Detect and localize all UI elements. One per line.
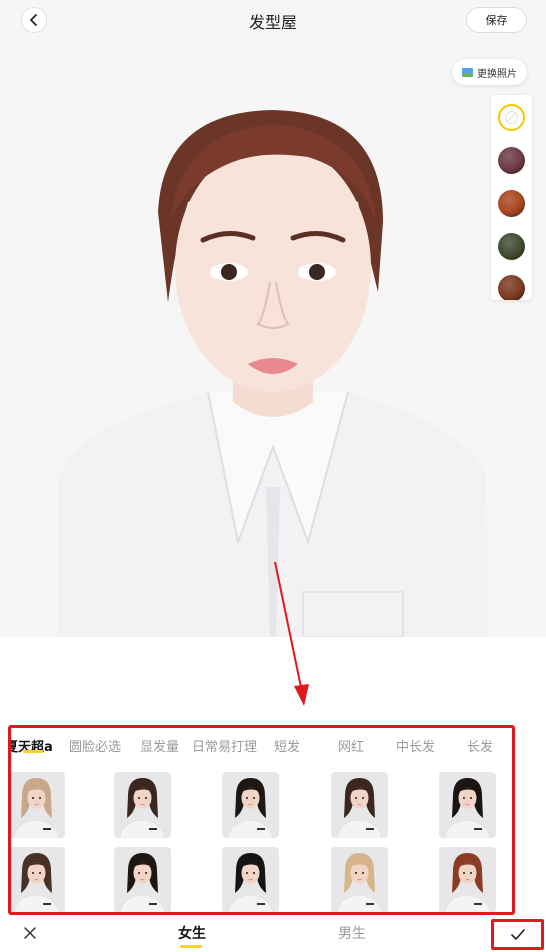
tab-round-face[interactable]: 圆脸必选 [69,736,121,755]
avatar-figure [119,778,166,838]
hairstyle-thumbnail[interactable] [439,772,496,838]
avatar-figure [119,853,166,912]
hairstyle-thumbnail[interactable] [222,847,279,912]
hairstyle-thumbnail[interactable] [222,772,279,838]
color-swatch-chestnut[interactable] [498,275,525,300]
hairstyle-thumbnail[interactable] [331,847,388,912]
close-icon[interactable] [22,925,38,941]
hairstyle-thumbnail[interactable] [114,772,171,838]
active-tab-indicator [23,750,43,753]
avatar-figure [444,778,491,838]
tab-short[interactable]: 短发 [274,736,300,755]
save-button[interactable]: 保存 [466,7,527,33]
hair-color-panel [491,95,532,300]
gender-tab-indicator [180,945,202,948]
avatar-figure [444,853,491,912]
avatar-figure [13,853,60,912]
tab-easy-care[interactable]: 日常易打理 [192,736,257,755]
avatar-figure [227,853,274,912]
color-swatch-plum[interactable] [498,147,525,174]
top-bar: 发型屋 保存 [0,0,546,40]
avatar-figure [227,778,274,838]
color-swatch-none[interactable] [498,104,525,131]
tab-female[interactable]: 女生 [178,923,206,943]
picture-icon [462,67,473,77]
hairstyle-thumbnail[interactable] [11,847,65,912]
tab-volume[interactable]: 显发量 [140,736,179,755]
portrait-photo [58,110,488,637]
change-photo-button[interactable]: 更换照片 [452,59,527,85]
gender-bar: 女生 男生 [0,916,546,952]
confirm-button[interactable] [491,919,544,950]
hairstyle-thumbnail[interactable] [11,772,65,838]
hairstyle-picker: 夏天超a 圆脸必选 显发量 日常易打理 短发 网红 中长发 长发 束发 [8,725,515,915]
color-swatch-olive[interactable] [498,233,525,260]
preview-canvas: 更换照片 [0,40,546,637]
tab-long[interactable]: 长发 [467,736,493,755]
tab-trending[interactable]: 网红 [338,736,364,755]
page-title: 发型屋 [248,13,297,32]
tab-medium[interactable]: 中长发 [396,736,435,755]
avatar-figure [13,778,60,838]
hairstyle-thumbnail[interactable] [439,847,496,912]
avatar-figure [336,778,383,838]
tab-male[interactable]: 男生 [338,923,366,943]
no-color-icon [505,111,518,124]
hairstyle-thumbnail[interactable] [114,847,171,912]
checkmark-icon [510,928,525,940]
change-photo-label: 更换照片 [477,68,517,80]
hairstyle-thumbnail[interactable] [331,772,388,838]
color-swatch-copper[interactable] [498,190,525,217]
avatar-figure [336,853,383,912]
